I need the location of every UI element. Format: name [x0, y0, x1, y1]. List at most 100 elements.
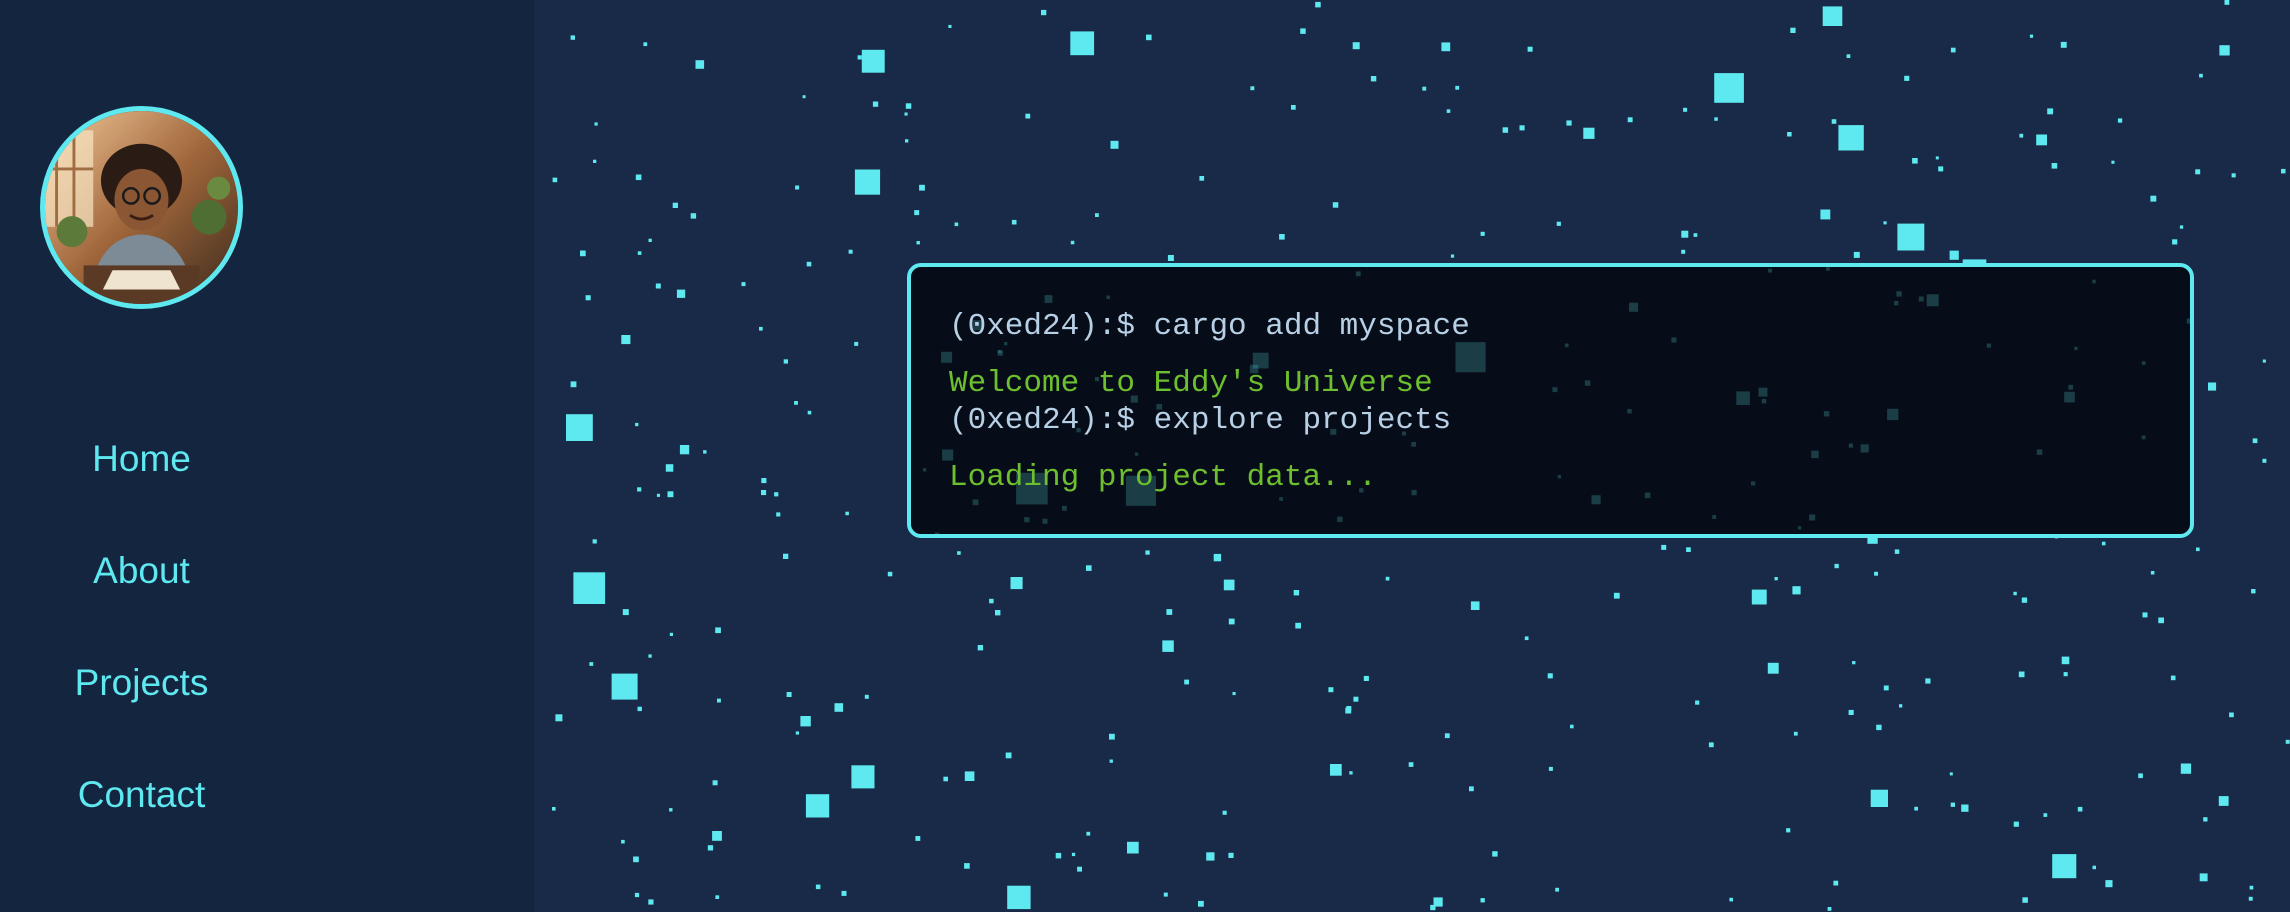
- star: [669, 632, 673, 636]
- star: [1145, 550, 1150, 555]
- star: [1527, 46, 1533, 52]
- star: [594, 122, 598, 126]
- star: [1279, 234, 1285, 240]
- star: [1693, 233, 1698, 237]
- star: [1848, 709, 1854, 715]
- star: [2117, 118, 2123, 123]
- star: [1883, 221, 1887, 225]
- star: [848, 249, 853, 254]
- star: [622, 609, 629, 616]
- star: [2101, 541, 2106, 546]
- star: [1353, 696, 1359, 702]
- star: [1441, 42, 1451, 52]
- star: [715, 895, 720, 899]
- nav-about[interactable]: About: [0, 550, 283, 592]
- star: [1446, 109, 1451, 113]
- star: [2219, 45, 2230, 56]
- star: [783, 359, 788, 364]
- star: [1935, 156, 1939, 160]
- terminal-command-line: (0xed24):$ cargo add myspace: [949, 309, 1470, 344]
- star: [1146, 34, 1152, 41]
- star: [786, 692, 792, 697]
- star: [570, 35, 575, 40]
- star: [1834, 563, 1839, 569]
- star: [904, 112, 908, 116]
- profile-avatar: [40, 106, 243, 309]
- star: [1767, 662, 1779, 674]
- star: [707, 845, 714, 851]
- star: [2052, 854, 2077, 879]
- star: [712, 780, 718, 786]
- star: [1846, 54, 1851, 58]
- star: [1332, 202, 1339, 208]
- star: [1328, 687, 1334, 693]
- star: [1199, 176, 1205, 181]
- star: [1070, 31, 1095, 56]
- star: [1450, 254, 1455, 258]
- terminal-output: (0xed24):$ cargo add myspace Welcome to …: [911, 267, 2190, 534]
- star: [611, 673, 638, 700]
- terminal-window: (0xed24):$ cargo add myspace Welcome to …: [907, 263, 2194, 538]
- star: [712, 831, 722, 841]
- star: [857, 55, 862, 60]
- star: [802, 95, 806, 99]
- star: [621, 335, 631, 345]
- star: [759, 326, 763, 331]
- star: [648, 654, 652, 658]
- star: [679, 445, 690, 455]
- star: [1570, 724, 1574, 729]
- star: [1385, 576, 1390, 581]
- main-area: (0xed24):$ cargo add myspace Welcome to …: [534, 0, 2290, 912]
- star: [1041, 9, 1047, 16]
- star: [1070, 240, 1075, 245]
- star: [1681, 249, 1686, 254]
- star: [1838, 125, 1864, 151]
- star: [634, 892, 640, 898]
- star: [1870, 789, 1888, 807]
- star: [807, 410, 812, 415]
- star: [2047, 108, 2054, 115]
- star: [1232, 692, 1236, 696]
- star: [872, 101, 879, 107]
- star: [1213, 553, 1222, 562]
- star: [1681, 230, 1689, 238]
- nav-projects[interactable]: Projects: [0, 662, 283, 704]
- star: [669, 808, 673, 812]
- star: [1127, 841, 1139, 854]
- star: [2203, 817, 2208, 822]
- star: [1874, 571, 1878, 576]
- star: [1555, 887, 1559, 892]
- star: [1222, 810, 1227, 815]
- star: [1899, 704, 1903, 708]
- star: [1163, 892, 1168, 897]
- star: [1583, 127, 1595, 139]
- star: [1852, 661, 1856, 665]
- star: [783, 553, 789, 559]
- star: [1790, 27, 1796, 33]
- star: [1095, 213, 1099, 217]
- star: [1912, 158, 1918, 164]
- star: [1961, 804, 1969, 812]
- star: [800, 716, 811, 727]
- star: [717, 698, 721, 703]
- star: [1166, 609, 1173, 615]
- star: [1556, 221, 1561, 226]
- star: [1349, 771, 1353, 775]
- nav-contact[interactable]: Contact: [0, 774, 283, 816]
- terminal-output-line: Loading project data...: [949, 460, 1377, 495]
- star: [1914, 806, 1918, 811]
- star: [776, 512, 781, 517]
- star: [2199, 73, 2203, 78]
- star: [1827, 907, 1832, 911]
- star: [552, 807, 556, 811]
- nav-home[interactable]: Home: [0, 438, 283, 480]
- star: [703, 450, 707, 454]
- star: [914, 210, 920, 216]
- star: [637, 706, 642, 712]
- star: [834, 703, 844, 712]
- star: [1502, 127, 1509, 133]
- star: [2251, 589, 2256, 594]
- star: [2060, 41, 2067, 48]
- star: [2043, 813, 2048, 817]
- star: [2249, 885, 2254, 890]
